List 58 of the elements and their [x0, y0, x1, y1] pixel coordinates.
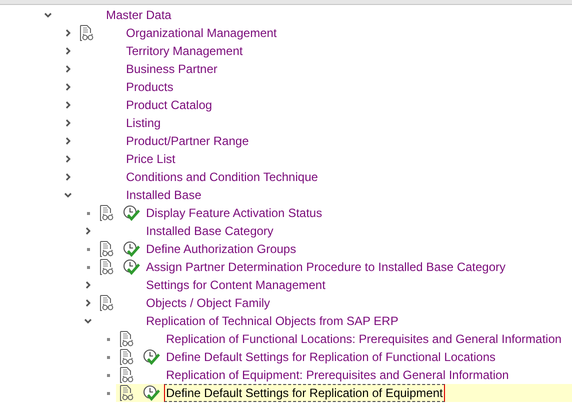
chevron-down-icon[interactable]	[64, 191, 72, 199]
document-glasses-icon[interactable]	[100, 241, 114, 257]
chevron-right-icon[interactable]	[64, 155, 72, 163]
tree-node-label[interactable]: Installed Base	[124, 186, 204, 204]
chevron-right-icon[interactable]	[64, 173, 72, 181]
chevron-down-icon[interactable]	[44, 11, 52, 19]
document-glasses-icon[interactable]	[120, 367, 134, 383]
tree-node-label[interactable]: Organizational Management	[124, 24, 279, 42]
tree-node-label[interactable]: Display Feature Activation Status	[144, 204, 324, 222]
tree-node-label[interactable]: Territory Management	[124, 42, 245, 60]
tree-node-label[interactable]: Settings for Content Management	[144, 276, 328, 294]
tree-node-label[interactable]: Price List	[124, 150, 178, 168]
chevron-right-icon[interactable]	[84, 281, 92, 289]
tree-node-label[interactable]: Replication of Functional Locations: Prerequisites and General Information	[164, 330, 564, 348]
tree-node-label[interactable]: Product Catalog	[124, 96, 214, 114]
bullet-icon	[106, 392, 110, 394]
tree-node-label[interactable]: Installed Base Category	[144, 222, 276, 240]
document-glasses-icon[interactable]	[120, 331, 134, 347]
chevron-right-icon[interactable]	[64, 101, 72, 109]
document-glasses-icon[interactable]	[100, 295, 114, 311]
chevron-right-icon[interactable]	[64, 83, 72, 91]
clock-check-icon[interactable]	[122, 241, 140, 257]
tree-node-label[interactable]: Replication of Technical Objects from SAP ERP	[144, 312, 400, 330]
tree-node-label[interactable]: Define Authorization Groups	[144, 240, 298, 258]
tree-node-label[interactable]: Assign Partner Determination Procedure to Installed Base Category	[144, 258, 508, 276]
bullet-icon	[86, 266, 90, 268]
chevron-right-icon[interactable]	[64, 119, 72, 127]
document-glasses-icon[interactable]	[100, 205, 114, 221]
tree-node-label[interactable]: Master Data	[104, 6, 174, 24]
tree-node-label[interactable]: Replication of Equipment: Prerequisites and General Information	[164, 366, 511, 384]
clock-check-icon[interactable]	[142, 349, 160, 365]
tree-node-label[interactable]: Product/Partner Range	[124, 132, 251, 150]
bullet-icon	[86, 248, 90, 250]
tree-node-label[interactable]: Conditions and Condition Technique	[124, 168, 320, 186]
bullet-icon	[106, 338, 110, 340]
clock-check-icon[interactable]	[142, 385, 160, 401]
tree-node-label[interactable]: Products	[124, 78, 176, 96]
chevron-right-icon[interactable]	[64, 137, 72, 145]
tree-node-label[interactable]: Define Default Settings for Replication of Functional Locations	[164, 348, 498, 366]
chevron-down-icon[interactable]	[84, 317, 92, 325]
tree-node-label[interactable]: Define Default Settings for Replication of Equipment	[164, 384, 445, 402]
bullet-icon	[86, 212, 90, 214]
clock-check-icon[interactable]	[122, 205, 140, 221]
tree-node-label[interactable]: Objects / Object Family	[144, 294, 272, 312]
document-glasses-icon[interactable]	[100, 259, 114, 275]
document-glasses-icon[interactable]	[120, 385, 134, 401]
chevron-right-icon[interactable]	[64, 65, 72, 73]
tree-node-label[interactable]: Listing	[124, 114, 163, 132]
chevron-right-icon[interactable]	[84, 299, 92, 307]
document-glasses-icon[interactable]	[120, 349, 134, 365]
tree-node-label[interactable]: Business Partner	[124, 60, 220, 78]
document-glasses-icon[interactable]	[80, 25, 94, 41]
chevron-right-icon[interactable]	[84, 227, 92, 235]
bullet-icon	[106, 374, 110, 376]
clock-check-icon[interactable]	[122, 259, 140, 275]
chevron-right-icon[interactable]	[64, 47, 72, 55]
chevron-right-icon[interactable]	[64, 29, 72, 37]
bullet-icon	[106, 356, 110, 358]
